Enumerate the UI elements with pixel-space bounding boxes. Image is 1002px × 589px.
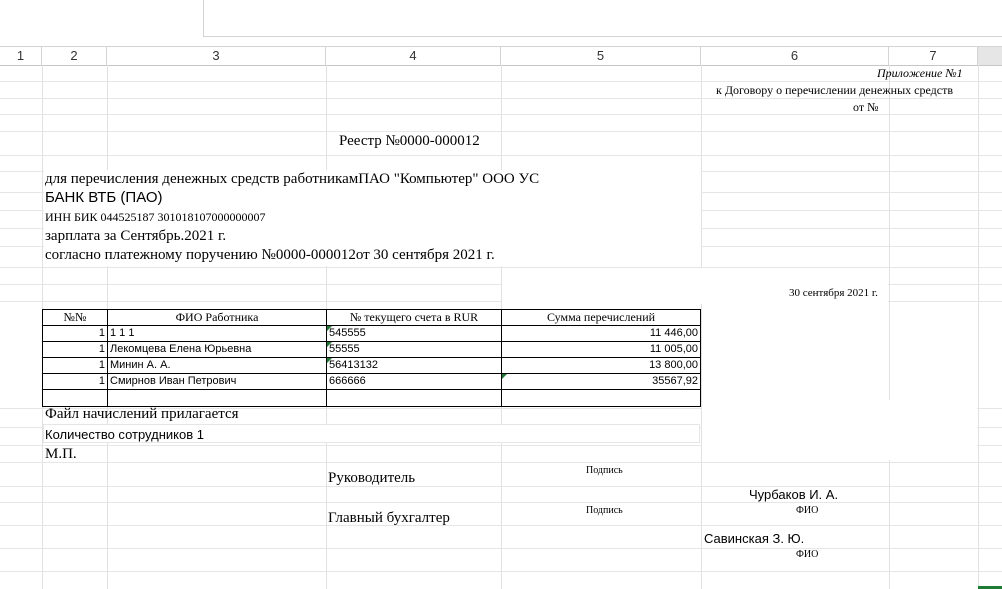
text-number-warning-icon [502, 374, 507, 379]
text-number-warning-icon [327, 358, 332, 363]
table-header-row: №№ ФИО Работника № текущего счета в RUR … [43, 310, 700, 326]
row-amount: 13 800,00 [649, 359, 698, 371]
accountant-label: Главный бухгалтер [328, 510, 450, 526]
blank-area-right [702, 400, 977, 460]
empty-cell [327, 390, 502, 406]
row-name: Смирнов Иван Петрович [108, 374, 327, 389]
column-header-selected[interactable] [978, 47, 1002, 65]
table-row[interactable]: 1 1 1 1 545555 11 446,00 [43, 326, 700, 342]
row-number: 1 [43, 326, 108, 341]
column-header-3[interactable]: 3 [107, 47, 326, 65]
accountant-name: Савинская З. Ю. [704, 531, 805, 546]
order-line: согласно платежному поручению №0000-0000… [45, 247, 495, 263]
row-number: 1 [43, 358, 108, 373]
toolbar-area [0, 0, 1002, 46]
purpose-line: для перечисления денежных средств работн… [45, 171, 540, 187]
row-number: 1 [43, 374, 108, 389]
appendix-line-3: от № [853, 100, 879, 114]
registry-date: 30 сентября 2021 г. [789, 287, 878, 299]
row-amount: 11 446,00 [649, 327, 698, 339]
appendix-line-2: к Договору о перечислении денежных средс… [716, 83, 953, 97]
row-number: 1 [43, 342, 108, 357]
row-amount: 35567,92 [502, 374, 700, 389]
column-header-6[interactable]: 6 [701, 47, 889, 65]
attached-note: Файл начислений прилагается [45, 406, 239, 422]
row-account: 56413132 [327, 358, 502, 373]
employee-count: Количество сотрудников 1 [45, 427, 204, 442]
column-header-7[interactable]: 7 [889, 47, 978, 65]
signature-label-2: Подпись [586, 505, 623, 516]
signature-label-1: Подпись [586, 465, 623, 476]
table-row[interactable]: 1 Лекомцева Елена Юрьевна 55555 11 005,0… [43, 342, 700, 358]
header-number: №№ [43, 310, 108, 325]
column-header-5[interactable]: 5 [501, 47, 701, 65]
bank-name: БАНК ВТБ (ПАО) [45, 189, 163, 206]
formula-bar[interactable] [203, 0, 1002, 37]
table-empty-row[interactable] [43, 390, 700, 406]
column-header-1[interactable]: 1 [0, 47, 42, 65]
salary-line: зарплата за Сентябрь.2021 г. [45, 228, 227, 244]
column-header-2[interactable]: 2 [42, 47, 107, 65]
fio-label-2: ФИО [796, 549, 819, 560]
director-label: Руководитель [328, 470, 416, 486]
registry-table: №№ ФИО Работника № текущего счета в RUR … [42, 309, 701, 407]
table-row[interactable]: 1 Минин А. А. 56413132 13 800,00 [43, 358, 700, 374]
column-header-bar: 1 2 3 4 5 6 7 [0, 46, 1002, 66]
empty-cell [43, 390, 108, 406]
header-account: № текущего счета в RUR [327, 310, 502, 325]
header-name: ФИО Работника [108, 310, 327, 325]
empty-cell [108, 390, 327, 406]
text-number-warning-icon [327, 342, 332, 347]
registry-title: Реестр №0000-000012 [339, 133, 480, 149]
director-name: Чурбаков И. А. [749, 487, 839, 502]
table-row[interactable]: 1 Смирнов Иван Петрович 666666 35567,92 [43, 374, 700, 390]
row-account: 55555 [327, 342, 502, 357]
row-account: 666666 [327, 374, 502, 389]
row-account: 545555 [327, 326, 502, 341]
stamp-label: М.П. [45, 446, 77, 462]
row-amount: 11 005,00 [649, 343, 698, 355]
text-number-warning-icon [327, 326, 332, 331]
appendix-line-1: Приложение №1 [877, 66, 963, 80]
column-header-4[interactable]: 4 [326, 47, 501, 65]
row-name: Минин А. А. [108, 358, 327, 373]
fio-label-1: ФИО [796, 505, 819, 516]
row-name: Лекомцева Елена Юрьевна [108, 342, 327, 357]
header-amount: Сумма перечислений [546, 310, 656, 324]
row-name: 1 1 1 [108, 326, 327, 341]
empty-cell [502, 390, 700, 406]
inn-line: ИНН БИК 044525187 301018107000000007 [45, 210, 266, 224]
